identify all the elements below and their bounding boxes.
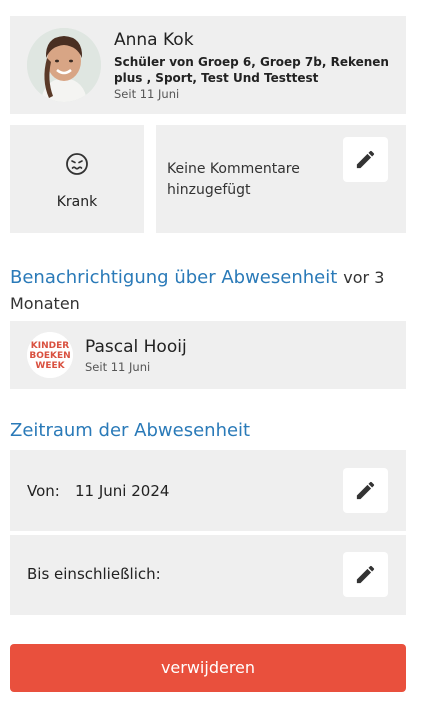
- logo-line-3: WEEK: [35, 361, 65, 371]
- notification-title: Benachrichtigung über Abwesenheit: [10, 267, 338, 288]
- student-name: Anna Kok: [114, 30, 194, 50]
- until-date-card: Bis einschließlich:: [10, 535, 406, 615]
- pencil-icon: [356, 565, 375, 584]
- pencil-icon: [356, 481, 375, 500]
- pencil-icon: [356, 150, 375, 169]
- student-card: Anna Kok Schüler von Groep 6, Groep 7b, …: [10, 16, 406, 114]
- from-label: Von:: [27, 482, 60, 500]
- edit-comment-button[interactable]: [343, 137, 388, 182]
- from-date-value: 11 Juni 2024: [75, 482, 170, 500]
- delete-button[interactable]: verwijderen: [10, 644, 406, 692]
- kinderboekenweek-logo: KINDER BOEKEN WEEK: [27, 332, 73, 378]
- period-title: Zeitraum der Abwesenheit: [10, 420, 251, 441]
- student-groups: Schüler von Groep 6, Groep 7b, Rekenen p…: [114, 55, 389, 85]
- sick-face-icon: [65, 152, 89, 176]
- notification-heading: Benachrichtigung über Abwesenheit vor 3 M…: [10, 265, 410, 317]
- comment-text: Keine Kommentare hinzugefügt: [167, 161, 300, 198]
- absence-status-card: Krank: [10, 125, 144, 233]
- reporter-card: KINDER BOEKEN WEEK Pascal Hooij Seit 11 …: [10, 321, 406, 389]
- logo-line-2: BOEKEN: [29, 351, 70, 361]
- edit-until-date-button[interactable]: [343, 552, 388, 597]
- reporter-since: Seit 11 Juni: [85, 360, 151, 374]
- reporter-name: Pascal Hooij: [85, 337, 187, 357]
- until-label: Bis einschließlich:: [27, 565, 161, 583]
- status-label: Krank: [56, 194, 98, 210]
- from-date-card: Von: 11 Juni 2024: [10, 450, 406, 531]
- student-avatar: [27, 28, 101, 102]
- edit-from-date-button[interactable]: [343, 468, 388, 513]
- comment-card: Keine Kommentare hinzugefügt: [156, 125, 406, 233]
- student-since: Seit 11 Juni: [114, 87, 180, 101]
- logo-line-1: KINDER: [31, 341, 69, 351]
